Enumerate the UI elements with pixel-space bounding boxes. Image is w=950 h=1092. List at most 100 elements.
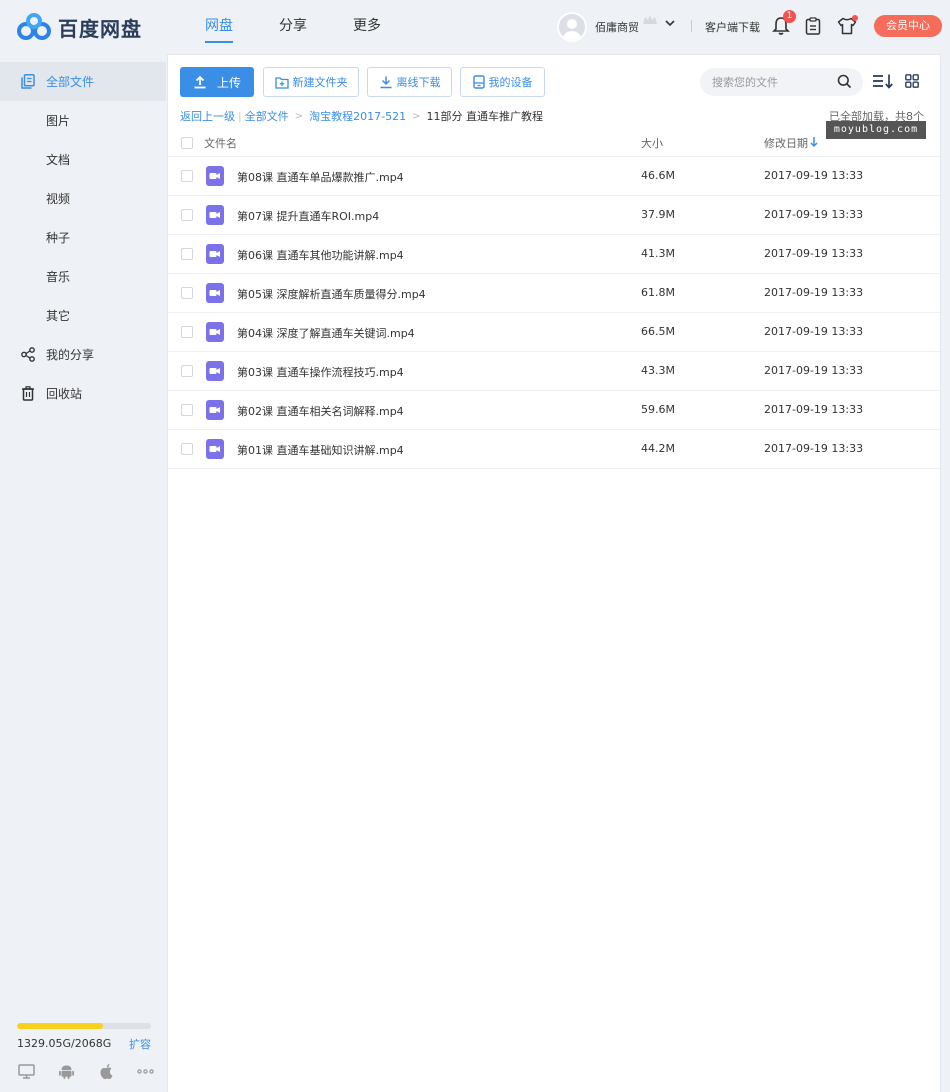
sidebar-item-label: 回收站 [46, 387, 83, 401]
sidebar-item-all-files[interactable]: 全部文件 [0, 62, 166, 101]
offline-download-label: 离线下载 [396, 76, 441, 89]
avatar[interactable] [557, 12, 587, 42]
notification-badge: 1 [783, 10, 796, 23]
clipboard-icon[interactable] [805, 17, 821, 35]
vip-crown-icon [643, 15, 657, 24]
video-file-icon [206, 400, 224, 420]
upload-button[interactable]: 上传 [180, 67, 254, 97]
row-checkbox[interactable] [181, 326, 193, 338]
logo-text: 百度网盘 [58, 16, 142, 41]
more-options-icon[interactable] [137, 1063, 154, 1080]
chevron-down-icon[interactable] [664, 17, 676, 29]
android-icon[interactable] [58, 1063, 75, 1080]
upload-label: 上传 [216, 75, 241, 90]
device-icon [472, 75, 485, 89]
sidebar-item-label: 音乐 [46, 270, 71, 284]
sidebar-item-recycle-bin[interactable]: 回收站 [0, 374, 166, 413]
sidebar: 全部文件 图片 文档 视频 种子 音乐 其它 我的分享 回收站 [0, 62, 166, 1092]
sidebar-item-my-shares[interactable]: 我的分享 [0, 335, 166, 374]
sort-icon[interactable] [872, 73, 894, 89]
sidebar-item-documents[interactable]: 文档 [0, 140, 166, 179]
row-checkbox[interactable] [181, 248, 193, 260]
main-nav: 网盘 分享 更多 [182, 0, 404, 54]
table-row[interactable]: 第01课 直通车基础知识讲解.mp4 44.2M 2017-09-19 13:33 [168, 430, 940, 469]
file-size: 59.6M [641, 403, 675, 416]
storage-quota-text: 1329.05G/2068G [17, 1037, 112, 1050]
tab-share[interactable]: 分享 [256, 0, 330, 54]
sidebar-item-other[interactable]: 其它 [0, 296, 166, 335]
client-download-link[interactable]: 客户端下载 [705, 19, 760, 35]
table-row[interactable]: 第07课 提升直通车ROI.mp4 37.9M 2017-09-19 13:33 [168, 196, 940, 235]
vip-center-button[interactable]: 会员中心 [874, 15, 942, 37]
my-devices-label: 我的设备 [488, 76, 533, 89]
tab-label: 分享 [279, 18, 307, 34]
row-checkbox[interactable] [181, 404, 193, 416]
sidebar-item-label: 视频 [46, 192, 71, 206]
row-checkbox[interactable] [181, 287, 193, 299]
sidebar-item-music[interactable]: 音乐 [0, 257, 166, 296]
breadcrumb-parent-link[interactable]: 淘宝教程2017-521 [309, 108, 406, 124]
file-name[interactable]: 第03课 直通车操作流程技巧.mp4 [237, 364, 404, 380]
file-date: 2017-09-19 13:33 [764, 247, 864, 260]
sidebar-item-images[interactable]: 图片 [0, 101, 166, 140]
table-row[interactable]: 第06课 直通车其他功能讲解.mp4 41.3M 2017-09-19 13:33 [168, 235, 940, 274]
my-devices-button[interactable]: 我的设备 [460, 67, 545, 97]
file-list: 第08课 直通车单品爆款推广.mp4 46.6M 2017-09-19 13:33 第… [168, 157, 940, 469]
file-name[interactable]: 第04课 深度了解直通车关键词.mp4 [237, 325, 415, 341]
sidebar-item-videos[interactable]: 视频 [0, 179, 166, 218]
file-date: 2017-09-19 13:33 [764, 442, 864, 455]
file-size: 43.3M [641, 364, 675, 377]
desktop-icon[interactable] [18, 1063, 35, 1080]
offline-download-button[interactable]: 离线下载 [367, 67, 452, 97]
share-icon [21, 347, 35, 362]
file-name[interactable]: 第06课 直通车其他功能讲解.mp4 [237, 247, 404, 263]
table-row[interactable]: 第08课 直通车单品爆款推广.mp4 46.6M 2017-09-19 13:33 [168, 157, 940, 196]
baidu-cloud-logo-icon [17, 13, 51, 40]
tab-netdisk[interactable]: 网盘 [182, 0, 256, 54]
breadcrumb: 返回上一级 | 全部文件 > 淘宝教程2017-521 > 11部分 直通车推广… [180, 108, 543, 124]
file-name[interactable]: 第01课 直通车基础知识讲解.mp4 [237, 442, 404, 458]
sidebar-item-label: 文档 [46, 153, 71, 167]
table-row[interactable]: 第03课 直通车操作流程技巧.mp4 43.3M 2017-09-19 13:33 [168, 352, 940, 391]
row-checkbox[interactable] [181, 209, 193, 221]
new-folder-button[interactable]: 新建文件夹 [263, 67, 359, 97]
table-row[interactable]: 第02课 直通车相关名词解释.mp4 59.6M 2017-09-19 13:33 [168, 391, 940, 430]
sort-desc-arrow-icon[interactable] [809, 136, 819, 148]
apple-icon[interactable] [98, 1063, 115, 1080]
table-row[interactable]: 第04课 深度了解直通车关键词.mp4 66.5M 2017-09-19 13:33 [168, 313, 940, 352]
username[interactable]: 佰庸商贸 [595, 19, 639, 35]
column-header-name[interactable]: 文件名 [204, 135, 237, 151]
column-header-size[interactable]: 大小 [641, 135, 663, 151]
row-checkbox[interactable] [181, 170, 193, 182]
search-icon[interactable] [837, 74, 852, 89]
tab-more[interactable]: 更多 [330, 0, 404, 54]
row-checkbox[interactable] [181, 365, 193, 377]
file-name[interactable]: 第08课 直通车单品爆款推广.mp4 [237, 169, 404, 185]
new-dot-indicator [852, 15, 858, 21]
sidebar-item-label: 全部文件 [46, 75, 95, 89]
video-file-icon [206, 322, 224, 342]
logo[interactable]: 百度网盘 [16, 12, 142, 42]
file-date: 2017-09-19 13:33 [764, 208, 864, 221]
expand-storage-link[interactable]: 扩容 [129, 1036, 151, 1052]
video-file-icon [206, 166, 224, 186]
file-name[interactable]: 第02课 直通车相关名词解释.mp4 [237, 403, 404, 419]
upload-icon [194, 75, 206, 89]
grid-view-icon[interactable] [905, 74, 919, 88]
breadcrumb-back-link[interactable]: 返回上一级 [180, 108, 235, 124]
sidebar-item-label: 图片 [46, 114, 71, 128]
row-checkbox[interactable] [181, 443, 193, 455]
file-date: 2017-09-19 13:33 [764, 403, 864, 416]
sidebar-item-label: 我的分享 [46, 348, 95, 362]
file-size: 66.5M [641, 325, 675, 338]
select-all-checkbox[interactable] [181, 137, 193, 149]
file-name[interactable]: 第05课 深度解析直通车质量得分.mp4 [237, 286, 426, 302]
storage-quota-bar [17, 1023, 151, 1029]
sidebar-item-label: 种子 [46, 231, 71, 245]
file-name[interactable]: 第07课 提升直通车ROI.mp4 [237, 208, 379, 224]
breadcrumb-root-link[interactable]: 全部文件 [245, 108, 289, 124]
column-header-date[interactable]: 修改日期 [764, 135, 808, 151]
sidebar-item-torrents[interactable]: 种子 [0, 218, 166, 257]
divider [691, 20, 692, 32]
table-row[interactable]: 第05课 深度解析直通车质量得分.mp4 61.8M 2017-09-19 13:3… [168, 274, 940, 313]
